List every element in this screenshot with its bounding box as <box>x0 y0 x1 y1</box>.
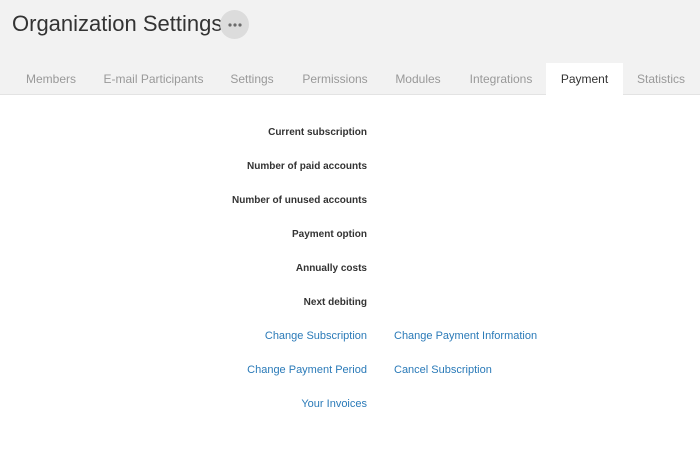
more-options-button[interactable] <box>220 10 249 39</box>
unused-accounts-label: Number of unused accounts <box>231 195 367 206</box>
change-subscription-link[interactable]: Change Subscription <box>265 329 367 343</box>
settings-tabs: Members E-mail Participants Settings Per… <box>0 63 700 96</box>
tab-members[interactable]: Members <box>14 63 88 95</box>
page-title: Organization Settings <box>12 11 223 36</box>
payment-option-label: Payment option <box>291 229 367 240</box>
more-horizontal-icon <box>227 22 242 27</box>
tab-settings[interactable]: Settings <box>220 63 284 95</box>
your-invoices-link[interactable]: Your Invoices <box>301 397 367 411</box>
change-payment-period-link[interactable]: Change Payment Period <box>247 363 367 377</box>
page-header: Organization Settings Members E-mail Par… <box>0 0 700 96</box>
change-payment-information-link[interactable]: Change Payment Information <box>394 329 537 343</box>
cancel-subscription-link[interactable]: Cancel Subscription <box>394 363 492 377</box>
tab-permissions[interactable]: Permissions <box>294 63 376 95</box>
tab-statistics[interactable]: Statistics <box>630 63 692 95</box>
paid-accounts-label: Number of paid accounts <box>246 161 367 172</box>
tab-email-participants[interactable]: E-mail Participants <box>97 63 210 95</box>
current-subscription-label: Current subscription <box>268 127 367 138</box>
annually-costs-label: Annually costs <box>295 263 367 274</box>
next-debiting-label: Next debiting <box>303 297 367 308</box>
tab-integrations[interactable]: Integrations <box>460 63 542 95</box>
tab-modules[interactable]: Modules <box>386 63 450 95</box>
tab-payment[interactable]: Payment <box>546 63 623 96</box>
